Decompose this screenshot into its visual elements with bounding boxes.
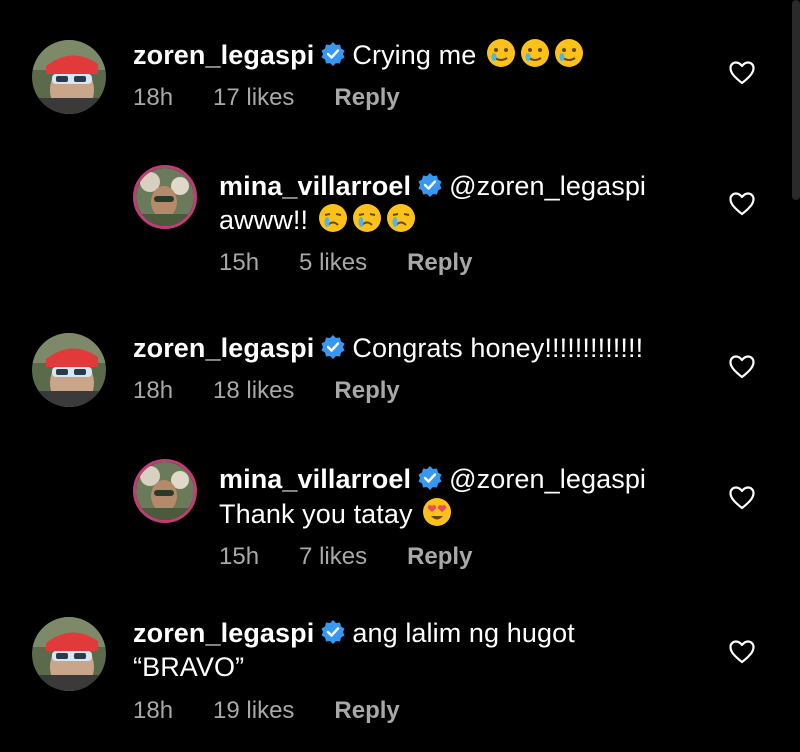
avatar-image (136, 462, 194, 520)
likes-count[interactable]: 5 likes (299, 249, 367, 277)
timestamp: 15h (219, 543, 260, 570)
avatar-image (32, 333, 106, 407)
comment-message: Crying me (352, 40, 477, 70)
comment-message-line2: “BRAVO” (133, 652, 245, 682)
username[interactable]: zoren_legaspi (133, 40, 314, 70)
username[interactable]: mina_villarroel (219, 464, 411, 494)
verified-badge-icon (320, 619, 346, 652)
comment-text-line2: awww!! (219, 203, 416, 236)
comment-text-line2: Thank you tatay (219, 497, 452, 530)
timestamp: 18h (133, 84, 174, 111)
likes-count[interactable]: 19 likes (213, 697, 294, 725)
avatar[interactable] (133, 459, 197, 523)
verified-badge-icon (320, 41, 346, 74)
comment-text: zoren_legaspi Crying me (133, 38, 584, 74)
like-heart-icon[interactable] (729, 640, 755, 664)
teary-smile-emoji (484, 39, 584, 70)
username[interactable]: zoren_legaspi (133, 333, 314, 363)
like-heart-icon[interactable] (729, 61, 755, 85)
timestamp: 15h (219, 249, 260, 276)
comment-text: zoren_legaspi ang lalim ng hugot (133, 617, 575, 652)
verified-badge-icon (417, 172, 443, 205)
avatar[interactable] (32, 40, 106, 114)
scrollbar[interactable] (792, 0, 800, 200)
avatar[interactable] (32, 333, 106, 407)
reply-button[interactable]: Reply (407, 249, 472, 277)
likes-count[interactable]: 18 likes (213, 377, 294, 405)
crying-face-emoji (316, 204, 416, 235)
timestamp: 18h (133, 377, 174, 404)
reply-button[interactable]: Reply (407, 543, 472, 571)
reply-button[interactable]: Reply (334, 697, 399, 725)
avatar-image (32, 617, 106, 691)
mention-link[interactable]: @zoren_legaspi (449, 171, 646, 201)
mention-link[interactable]: @zoren_legaspi (449, 464, 646, 494)
reply-button[interactable]: Reply (334, 84, 399, 112)
like-heart-icon[interactable] (729, 192, 755, 216)
comment-meta: 18h 18 likes Reply (133, 377, 400, 405)
likes-count[interactable]: 17 likes (213, 84, 294, 112)
username[interactable]: zoren_legaspi (133, 618, 314, 648)
comment-meta: 18h 17 likes Reply (133, 84, 400, 112)
like-heart-icon[interactable] (729, 486, 755, 510)
comment-message: ang lalim ng hugot (352, 618, 575, 648)
comment-text: mina_villarroel @zoren_legaspi (219, 463, 646, 498)
comment-message: Thank you tatay (219, 499, 413, 529)
avatar[interactable] (32, 617, 106, 691)
timestamp: 18h (133, 697, 174, 724)
verified-badge-icon (417, 465, 443, 498)
verified-badge-icon (320, 334, 346, 367)
avatar[interactable] (133, 165, 197, 229)
comment-message: awww!! (219, 205, 309, 235)
comment-text-line2: “BRAVO” (133, 651, 244, 683)
comment-meta: 15h 5 likes Reply (219, 249, 472, 277)
like-heart-icon[interactable] (729, 355, 755, 379)
avatar-image (32, 40, 106, 114)
username[interactable]: mina_villarroel (219, 171, 411, 201)
comment-text: mina_villarroel @zoren_legaspi (219, 170, 646, 205)
heart-eyes-emoji (420, 498, 452, 529)
comment-message: Congrats honey!!!!!!!!!!!!! (352, 333, 644, 363)
likes-count[interactable]: 7 likes (299, 543, 367, 571)
avatar-image (136, 168, 194, 226)
reply-button[interactable]: Reply (334, 377, 399, 405)
comment-text: zoren_legaspi Congrats honey!!!!!!!!!!!!! (133, 332, 643, 367)
comment-meta: 15h 7 likes Reply (219, 543, 472, 571)
comment-meta: 18h 19 likes Reply (133, 697, 400, 725)
